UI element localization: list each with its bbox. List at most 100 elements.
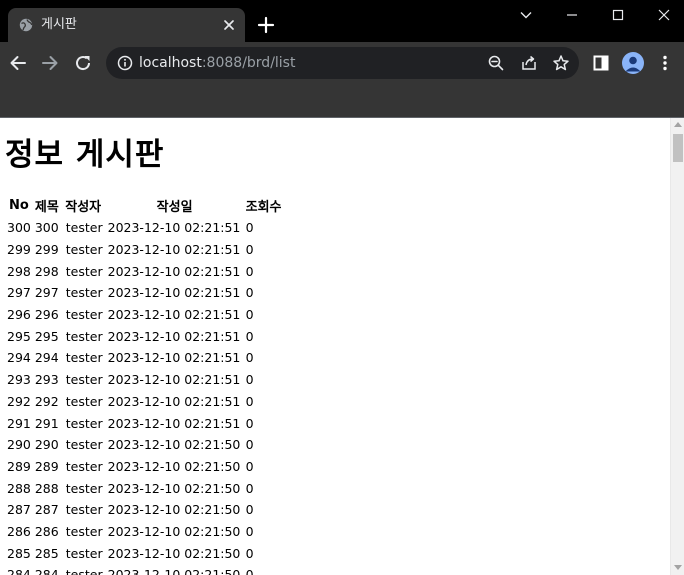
minimize-button[interactable] <box>549 0 595 30</box>
arrow-right-icon[interactable] <box>40 53 60 73</box>
cell-views: 0 <box>245 502 254 518</box>
cell-writer: tester <box>65 307 103 323</box>
cell-no: 286 <box>7 523 31 539</box>
cell-date: 2023-12-10 02:21:51 <box>107 350 241 366</box>
close-icon <box>658 9 670 21</box>
cell-title[interactable]: 291 <box>34 412 60 434</box>
plus-icon[interactable] <box>257 16 275 34</box>
cell-title[interactable]: 292 <box>34 391 60 413</box>
column-header-views: 조회수 <box>245 200 282 215</box>
cell-writer: tester <box>65 285 103 301</box>
cell-title[interactable]: 297 <box>34 282 60 304</box>
side-panel-icon[interactable] <box>591 53 611 73</box>
cell-no: 288 <box>7 480 31 496</box>
table-row: 290 290 tester 2023-12-10 02:21:50 0 <box>6 434 283 456</box>
minimize-icon <box>567 14 577 16</box>
address-bar[interactable]: localhost:8088/brd/list <box>106 47 579 79</box>
cell-writer: tester <box>65 437 103 453</box>
cell-views: 0 <box>245 523 254 539</box>
arrow-left-icon[interactable] <box>8 53 28 73</box>
cell-date: 2023-12-10 02:21:50 <box>107 458 241 474</box>
cell-views: 0 <box>245 393 254 409</box>
cell-views: 0 <box>245 480 254 496</box>
cell-views: 0 <box>245 458 254 474</box>
table-row: 294 294 tester 2023-12-10 02:21:51 0 <box>6 347 283 369</box>
cell-date: 2023-12-10 02:21:51 <box>107 285 241 301</box>
cell-no: 287 <box>7 502 31 518</box>
column-header-writer: 작성자 <box>65 200 102 215</box>
cell-no: 295 <box>7 328 31 344</box>
cell-title[interactable]: 295 <box>34 325 60 347</box>
cell-writer: tester <box>65 242 103 258</box>
scroll-up-arrow-icon[interactable] <box>674 122 682 127</box>
cell-title[interactable]: 294 <box>34 347 60 369</box>
cell-title[interactable]: 296 <box>34 304 60 326</box>
cell-no: 285 <box>7 545 31 561</box>
vertical-scrollbar[interactable] <box>670 118 684 575</box>
maximize-icon <box>612 9 624 21</box>
table-row: 300 300 tester 2023-12-10 02:21:51 0 <box>6 217 283 239</box>
cell-views: 0 <box>245 372 254 388</box>
person-icon <box>625 56 641 72</box>
more-vert-icon[interactable] <box>655 53 675 73</box>
cell-writer: tester <box>65 350 103 366</box>
cell-title[interactable]: 299 <box>34 239 60 261</box>
cell-date: 2023-12-10 02:21:51 <box>107 372 241 388</box>
cell-views: 0 <box>245 242 254 258</box>
window-close-button[interactable] <box>641 0 684 30</box>
cell-title[interactable]: 300 <box>34 217 60 239</box>
table-row: 284 284 tester 2023-12-10 02:21:50 0 <box>6 564 283 575</box>
cell-views: 0 <box>245 567 254 575</box>
table-row: 291 291 tester 2023-12-10 02:21:51 0 <box>6 412 283 434</box>
cell-title[interactable]: 289 <box>34 456 60 478</box>
maximize-button[interactable] <box>595 0 641 30</box>
info-icon[interactable] <box>117 55 133 71</box>
tab-title: 게시판 <box>41 17 77 32</box>
cell-title[interactable]: 298 <box>34 260 60 282</box>
avatar-icon[interactable] <box>622 52 644 74</box>
cell-views: 0 <box>245 220 254 236</box>
cell-views: 0 <box>245 350 254 366</box>
cell-no: 289 <box>7 458 31 474</box>
cell-views: 0 <box>245 285 254 301</box>
table-row: 299 299 tester 2023-12-10 02:21:51 0 <box>6 239 283 261</box>
cell-date: 2023-12-10 02:21:50 <box>107 480 241 496</box>
cell-no: 297 <box>7 285 31 301</box>
table-header-row: No 제목 작성자 작성일 조회수 <box>6 194 283 217</box>
cell-title[interactable]: 286 <box>34 521 60 543</box>
cell-title[interactable]: 293 <box>34 369 60 391</box>
cell-no: 290 <box>7 437 31 453</box>
reload-icon[interactable] <box>73 53 93 73</box>
table-row: 285 285 tester 2023-12-10 02:21:50 0 <box>6 542 283 564</box>
scroll-down-arrow-icon[interactable] <box>674 565 682 570</box>
zoom-icon[interactable] <box>487 54 505 72</box>
cell-writer: tester <box>65 567 103 575</box>
scroll-thumb[interactable] <box>673 134 683 162</box>
share-icon[interactable] <box>520 54 538 72</box>
tab-active[interactable]: 게시판 <box>8 8 245 42</box>
table-row: 287 287 tester 2023-12-10 02:21:50 0 <box>6 499 283 521</box>
tab-search-button[interactable] <box>503 0 549 30</box>
cell-title[interactable]: 285 <box>34 542 60 564</box>
table-row: 296 296 tester 2023-12-10 02:21:51 0 <box>6 304 283 326</box>
cell-title[interactable]: 284 <box>34 564 60 575</box>
star-icon[interactable] <box>552 54 570 72</box>
cell-date: 2023-12-10 02:21:51 <box>107 328 241 344</box>
cell-writer: tester <box>65 502 103 518</box>
bookmark-bar <box>0 84 684 118</box>
cell-no: 299 <box>7 242 31 258</box>
cell-title[interactable]: 288 <box>34 477 60 499</box>
cell-views: 0 <box>245 545 254 561</box>
cell-title[interactable]: 290 <box>34 434 60 456</box>
cell-title[interactable]: 287 <box>34 499 60 521</box>
cell-no: 294 <box>7 350 31 366</box>
close-icon[interactable] <box>221 17 237 33</box>
cell-writer: tester <box>65 545 103 561</box>
cell-writer: tester <box>65 523 103 539</box>
table-row: 297 297 tester 2023-12-10 02:21:51 0 <box>6 282 283 304</box>
toolbar: localhost:8088/brd/list <box>0 42 684 84</box>
table-row: 295 295 tester 2023-12-10 02:21:51 0 <box>6 325 283 347</box>
cell-writer: tester <box>65 372 103 388</box>
cell-no: 284 <box>7 567 31 575</box>
url-text[interactable]: localhost:8088/brd/list <box>139 54 295 72</box>
